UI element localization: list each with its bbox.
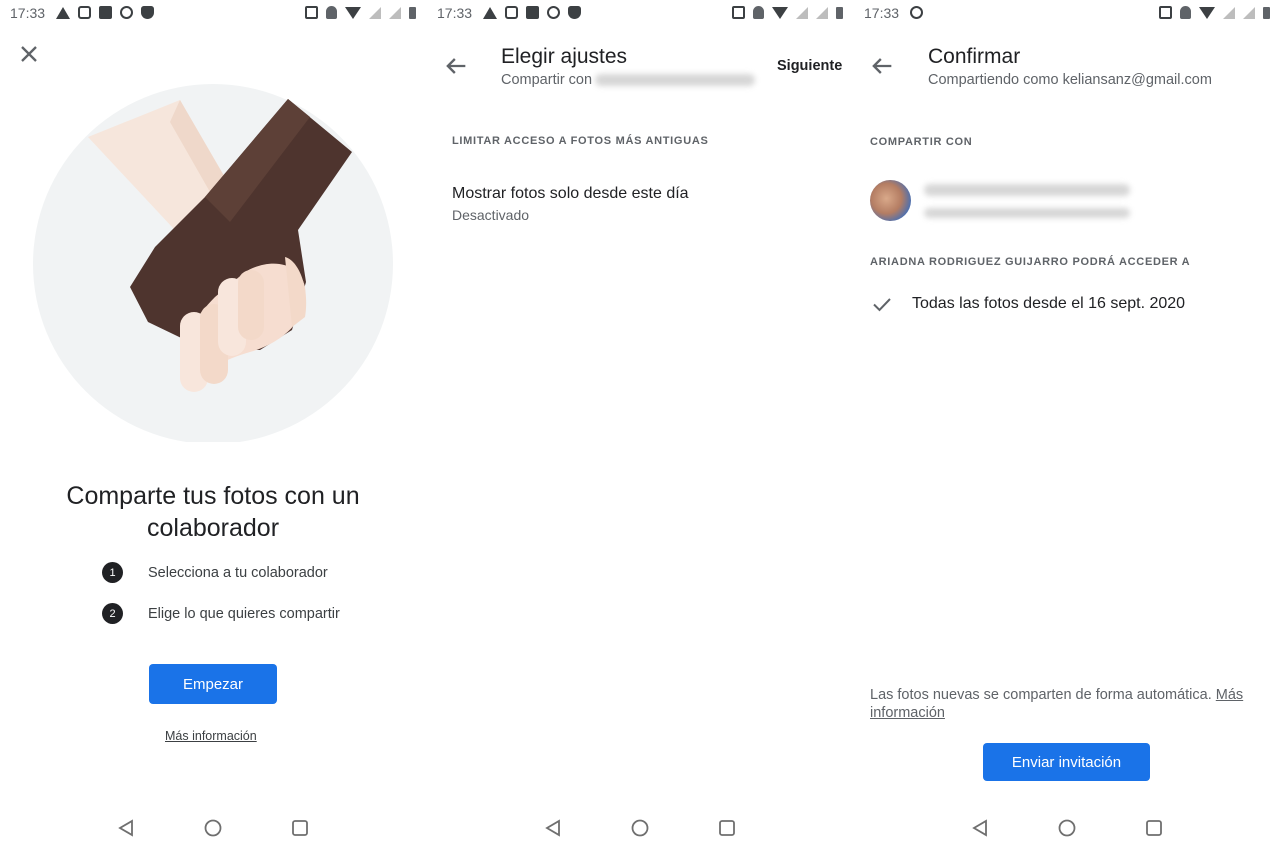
sync-icon [910,6,923,19]
notification-icons [483,6,581,19]
check-icon [870,292,894,316]
more-info-link[interactable]: Más información [165,729,257,743]
status-time: 17:33 [864,5,900,21]
battery-icon [836,6,843,19]
status-bar: 17:33 [0,0,426,26]
image-icon [99,6,112,19]
battery-icon [409,6,416,19]
access-item: Todas las fotos desde el 16 sept. 2020 [912,295,1186,312]
back-nav-icon[interactable] [965,813,995,843]
notification-icons [910,6,923,19]
signal2-icon [816,6,828,19]
warning-icon [56,6,70,19]
system-icons [732,6,843,19]
nfc-icon [732,6,745,19]
close-icon[interactable] [15,40,43,68]
redacted-email [924,208,1130,218]
battery-icon [1263,6,1270,19]
redacted-recipient [595,74,755,86]
recents-nav-icon[interactable] [712,813,742,843]
section-header: ARIADNA RODRIGUEZ GUIJARRO PODRÁ ACCEDER… [870,256,1191,268]
wifi-icon [772,6,788,19]
redacted-name [924,184,1130,196]
app-icon [547,6,560,19]
back-nav-icon[interactable] [538,813,568,843]
image-icon [526,6,539,19]
nav-bar [0,813,426,843]
send-invitation-button[interactable]: Enviar invitación [983,743,1150,781]
section-header: LIMITAR ACCESO A FOTOS MÁS ANTIGUAS [452,135,709,147]
page-subtitle: Compartiendo como keliansanz@gmail.com [928,72,1212,88]
pocket-icon [568,6,581,19]
instagram-icon [505,6,518,19]
option-title: Mostrar fotos solo desde este día [452,185,689,202]
avatar [870,180,911,221]
step-number-badge: 1 [102,562,123,583]
section-header: COMPARTIR CON [870,136,973,148]
step-item: 2 Elige lo que quieres compartir [102,603,340,624]
step-text: Selecciona a tu colaborador [148,564,328,581]
confirm-screen: 17:33 Confirmar Compartiendo como kelian… [854,0,1280,853]
notifications-off-icon [753,6,764,19]
intro-screen: 17:33 Comparte tus fotos con un colabora… [0,0,426,853]
home-nav-icon[interactable] [625,813,655,843]
step-text: Elige lo que quieres compartir [148,605,340,622]
step-item: 1 Selecciona a tu colaborador [102,562,328,583]
status-bar: 17:33 [427,0,853,26]
back-arrow-icon[interactable] [442,52,470,80]
home-nav-icon[interactable] [1052,813,1082,843]
step-number-badge: 2 [102,603,123,624]
notification-icons [56,6,154,19]
recents-nav-icon[interactable] [1139,813,1169,843]
next-button[interactable]: Siguiente [777,58,842,74]
instagram-icon [78,6,91,19]
signal2-icon [389,6,401,19]
nav-bar [427,813,853,843]
nfc-icon [305,6,318,19]
nav-bar [854,813,1280,843]
wifi-icon [1199,6,1215,19]
back-nav-icon[interactable] [111,813,141,843]
holding-hands-illustration [30,82,396,444]
status-bar: 17:33 [854,0,1280,26]
page-title: Confirmar [928,45,1021,68]
page-title: Elegir ajustes [501,45,628,68]
system-icons [1159,6,1270,19]
auto-share-note: Las fotos nuevas se comparten de forma a… [870,686,1262,722]
status-time: 17:33 [10,5,46,21]
signal-icon [369,6,381,19]
nfc-icon [1159,6,1172,19]
system-icons [305,6,416,19]
page-title: Comparte tus fotos con un colaborador [66,482,360,542]
auto-share-text: Las fotos nuevas se comparten de forma a… [870,687,1212,703]
option-value: Desactivado [452,207,530,223]
signal2-icon [1243,6,1255,19]
home-nav-icon[interactable] [198,813,228,843]
warning-icon [483,6,497,19]
wifi-icon [345,6,361,19]
start-button[interactable]: Empezar [149,664,277,704]
settings-screen: 17:33 Elegir ajustes Compartir con Sigui… [427,0,853,853]
pocket-icon [141,6,154,19]
signal-icon [1223,6,1235,19]
notifications-off-icon [1180,6,1191,19]
status-time: 17:33 [437,5,473,21]
page-subtitle: Compartir con [501,72,593,88]
app-icon [120,6,133,19]
signal-icon [796,6,808,19]
recents-nav-icon[interactable] [285,813,315,843]
back-arrow-icon[interactable] [868,52,896,80]
notifications-off-icon [326,6,337,19]
